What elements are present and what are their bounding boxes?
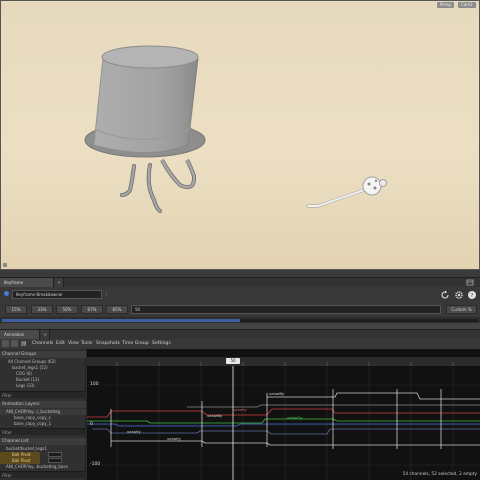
percent-33-button[interactable]: 33% <box>31 305 53 314</box>
menu-tools[interactable]: Tools <box>81 340 92 348</box>
camera-menu-chip[interactable]: Persp <box>437 2 454 8</box>
channel-status-text: 54 channels, 52 selected, 2 empty <box>402 472 477 477</box>
tab-animation-editor[interactable]: Animation Editor <box>0 330 40 346</box>
y-axis-label: 100 <box>90 382 99 387</box>
bone-model <box>306 176 387 208</box>
custom-percent-button[interactable]: Custom % <box>446 305 477 314</box>
tool-name-field[interactable]: Keyframe Breakdowner <box>12 290 102 299</box>
channel-list-icon[interactable]: ▤ <box>21 340 28 348</box>
curve-label: valuely <box>233 407 247 412</box>
add-tab-button[interactable]: + <box>41 330 50 339</box>
curve-label: valueIy <box>167 436 181 441</box>
keyframe-tool-row: Keyframe Breakdowner ⋮ ? <box>0 287 480 303</box>
channel-groups-filter[interactable]: Filter <box>0 391 86 398</box>
channel-group-item[interactable]: Legs (33) <box>0 383 86 389</box>
channel-value-field[interactable] <box>48 458 62 463</box>
animation-layers-header[interactable]: Animation Layers <box>0 401 86 408</box>
animation-layers-filter[interactable]: Filter <box>0 428 86 435</box>
viewport-separator[interactable] <box>0 270 480 277</box>
animation-layer-item[interactable]: base_copy_copy_1 <box>0 421 86 427</box>
menu-snapshots[interactable]: Snapshots <box>96 340 120 348</box>
viewport-corner-icon <box>2 262 8 268</box>
help-icon[interactable]: ? <box>467 290 477 300</box>
scene-viewport[interactable]: Persp Cam2 <box>0 0 480 270</box>
percent-button-row: 15% 33% 50% 67% 85% 50 Custom % <box>0 303 480 317</box>
percent-50-button[interactable]: 50% <box>56 305 78 314</box>
time-ruler-ticks <box>116 362 454 366</box>
curve-graph[interactable]: 100 0 -100 valueBy valuely valueBy value… <box>87 349 480 480</box>
pane-tab-bar: Keyframe Breakdowner + <box>0 277 480 294</box>
tool-icon <box>3 290 10 297</box>
current-frame-marker[interactable]: 50 <box>226 358 240 364</box>
animation-editor-menubar: ▤ Channels Edit View Tools Snapshots Tim… <box>0 339 480 349</box>
link-icon[interactable] <box>2 340 9 347</box>
y-axis-label: 0 <box>90 422 93 427</box>
curve-label: valueGy <box>287 415 303 420</box>
menu-channels[interactable]: Channels <box>32 340 53 348</box>
y-axis-label: -100 <box>90 462 101 467</box>
curve-label: valueBy <box>269 391 285 396</box>
menu-view[interactable]: View <box>68 340 79 348</box>
time-ruler[interactable]: 50 <box>87 357 480 366</box>
slider-fill <box>2 319 240 322</box>
svg-text:?: ? <box>471 293 474 299</box>
channel-value-field[interactable] <box>48 452 62 457</box>
channel-list-item[interactable]: ANI_CHOP/lay...bucketleg_base <box>0 464 86 470</box>
percent-85-button[interactable]: 85% <box>106 305 128 314</box>
gear-icon[interactable] <box>454 290 464 300</box>
channel-list-header[interactable]: Channel List <box>0 438 86 445</box>
channel-sidebar: Channel Groups All Channel Groups (62) b… <box>0 349 86 480</box>
tab-keyframe-breakdowner[interactable]: Keyframe Breakdowner <box>0 278 54 294</box>
channel-groups-header[interactable]: Channel Groups <box>0 351 86 358</box>
bucket-model <box>84 45 206 213</box>
graph-status-bar: 54 channels, 52 selected, 2 empty <box>87 470 480 480</box>
animation-editor-tab-bar: Animation Editor + <box>0 329 480 346</box>
camera-name-chip[interactable]: Cam2 <box>458 2 476 8</box>
refresh-icon[interactable] <box>440 290 450 300</box>
channel-list-filter[interactable]: Filter <box>0 471 86 478</box>
add-tab-button[interactable]: + <box>55 278 64 287</box>
menu-edit[interactable]: Edit <box>56 340 65 348</box>
curve-graph-canvas <box>87 366 480 480</box>
percent-value-field[interactable]: 50 <box>131 305 441 314</box>
curve-label: valueIy <box>127 429 141 434</box>
pin-icon[interactable] <box>11 340 18 347</box>
curve-label: valueBy <box>207 413 223 418</box>
tool-menu-icon[interactable]: ⋮ <box>104 290 109 299</box>
percent-67-button[interactable]: 67% <box>81 305 103 314</box>
pane-options-icon[interactable] <box>466 279 474 286</box>
menu-time-group[interactable]: Time Group <box>122 340 149 348</box>
percent-15-button[interactable]: 15% <box>5 305 27 314</box>
menu-settings[interactable]: Settings <box>152 340 171 348</box>
scene-render <box>84 45 387 213</box>
